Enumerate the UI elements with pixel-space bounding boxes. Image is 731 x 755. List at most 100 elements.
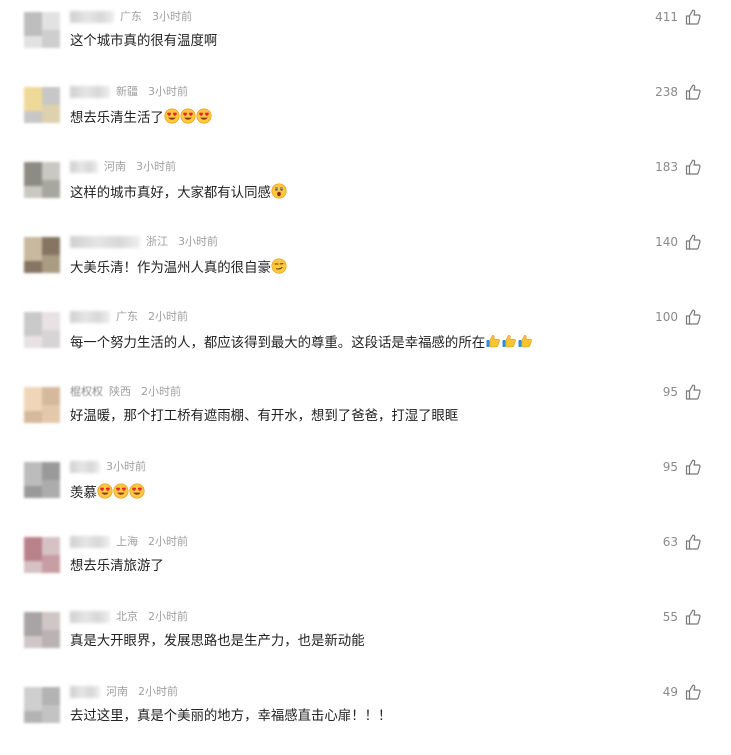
heart-eyes-emoji-icon [129,483,145,505]
comment-location: 上海 [116,535,138,548]
avatar[interactable] [24,387,60,423]
heart-eyes-emoji-icon [113,483,129,505]
comment-location: 北京 [116,610,138,623]
like-button[interactable]: 183 [610,158,702,176]
comment-text: 这个城市真的很有温度啊 [70,33,217,51]
thumbs-up-emoji-icon [485,333,501,355]
comment-text: 想去乐清生活了 [70,108,212,130]
like-button[interactable]: 238 [610,83,702,101]
comment-meta: 广东 2小时前 [70,309,188,325]
heart-eyes-emoji-icon [180,108,196,130]
comment-meta: 新疆 3小时前 [70,84,188,100]
comment-text-content: 去过这里，真是个美丽的地方，幸福感直击心扉！！！ [70,709,392,724]
like-button[interactable]: 411 [610,8,702,26]
avatar[interactable] [24,687,60,723]
astonished-emoji-icon [271,183,287,205]
like-button[interactable]: 95 [610,458,702,476]
comment-text-content: 羡慕 [70,486,97,501]
smirk-emoji-icon [271,258,287,280]
thumbs-up-icon[interactable] [684,233,702,251]
comment-item: 浙江 3小时前大美乐清！作为温州人真的很自豪 140 [0,230,731,305]
like-count: 411 [655,10,678,24]
like-count: 100 [655,310,678,324]
comment-meta: 3小时前 [70,459,146,475]
like-count: 55 [662,610,678,624]
username-redacted[interactable] [70,161,98,173]
username-redacted[interactable] [70,86,110,98]
comment-meta: 上海 2小时前 [70,534,188,550]
thumbs-up-icon[interactable] [684,158,702,176]
comment-text: 真是大开眼界，发展思路也是生产力，也是新动能 [70,633,365,651]
like-button[interactable]: 95 [610,383,702,401]
thumbs-up-icon[interactable] [684,608,702,626]
comment-time: 3小时前 [148,85,188,98]
thumbs-up-icon[interactable] [684,308,702,326]
avatar[interactable] [24,87,60,123]
avatar[interactable] [24,612,60,648]
username-redacted[interactable] [70,11,114,23]
username-redacted[interactable] [70,311,110,323]
comment-meta: 河南 2小时前 [70,684,178,700]
like-count: 238 [655,85,678,99]
username[interactable]: 棍权权 [70,385,103,398]
comment-location: 河南 [106,685,128,698]
comment-text-content: 想去乐清生活了 [70,111,164,126]
comment-time: 3小时前 [106,460,146,473]
like-button[interactable]: 140 [610,233,702,251]
thumbs-up-emoji-icon [517,333,533,355]
thumbs-up-icon[interactable] [684,683,702,701]
avatar[interactable] [24,312,60,348]
like-button[interactable]: 100 [610,308,702,326]
comment-text-content: 大美乐清！作为温州人真的很自豪 [70,261,271,276]
like-count: 49 [662,685,678,699]
comment-text-content: 每一个努力生活的人，都应该得到最大的尊重。这段话是幸福感的所在 [70,336,486,351]
thumbs-up-icon[interactable] [684,458,702,476]
like-count: 63 [662,535,678,549]
username-redacted[interactable] [70,461,100,473]
comment-time: 2小时前 [141,385,181,398]
like-count: 140 [655,235,678,249]
comment-meta: 北京 2小时前 [70,609,188,625]
username-redacted[interactable] [70,611,110,623]
comment-time: 3小时前 [178,235,218,248]
thumbs-up-emoji-icon [501,333,517,355]
comment-item: 河南 2小时前去过这里，真是个美丽的地方，幸福感直击心扉！！！ 49 [0,680,731,755]
thumbs-up-icon[interactable] [684,83,702,101]
comment-text-content: 真是大开眼界，发展思路也是生产力，也是新动能 [70,634,365,649]
avatar[interactable] [24,462,60,498]
comment-text: 每一个努力生活的人，都应该得到最大的尊重。这段话是幸福感的所在 [70,333,533,355]
thumbs-up-icon[interactable] [684,533,702,551]
thumbs-up-icon[interactable] [684,8,702,26]
comment-text-content: 好温暖，那个打工桥有遮雨棚、有开水，想到了爸爸，打湿了眼眶 [70,409,459,424]
thumbs-up-icon[interactable] [684,383,702,401]
username-redacted[interactable] [70,236,140,248]
like-button[interactable]: 49 [610,683,702,701]
comment-text: 去过这里，真是个美丽的地方，幸福感直击心扉！！！ [70,708,391,726]
comment-text-content: 想去乐清旅游了 [70,559,164,574]
comment-item: 广东 3小时前 这个城市真的很有温度啊 411 [0,5,731,80]
comment-location: 陕西 [109,385,131,398]
comment-location: 广东 [116,310,138,323]
comment-location: 浙江 [146,235,168,248]
comment-text-content: 这个城市真的很有温度啊 [70,34,218,49]
comment-item: 广东 2小时前每一个努力生活的人，都应该得到最大的尊重。这段话是幸福感的所在 100 [0,305,731,380]
like-button[interactable]: 55 [610,608,702,626]
comment-text: 这样的城市真好，大家都有认同感 [70,183,287,205]
avatar[interactable] [24,537,60,573]
comment-item: 北京 2小时前真是大开眼界，发展思路也是生产力，也是新动能 55 [0,605,731,680]
avatar[interactable] [24,162,60,198]
comment-time: 2小时前 [148,535,188,548]
comment-item: 3小时前 羡慕 95 [0,455,731,530]
like-count: 95 [662,460,678,474]
comment-time: 2小时前 [148,310,188,323]
comment-text: 好温暖，那个打工桥有遮雨棚、有开水，想到了爸爸，打湿了眼眶 [70,408,458,426]
comment-text-content: 这样的城市真好，大家都有认同感 [70,186,271,201]
avatar[interactable] [24,237,60,273]
comment-location: 河南 [104,160,126,173]
avatar[interactable] [24,12,60,48]
heart-eyes-emoji-icon [164,108,180,130]
like-button[interactable]: 63 [610,533,702,551]
username-redacted[interactable] [70,536,110,548]
username-redacted[interactable] [70,686,100,698]
comment-time: 2小时前 [148,610,188,623]
